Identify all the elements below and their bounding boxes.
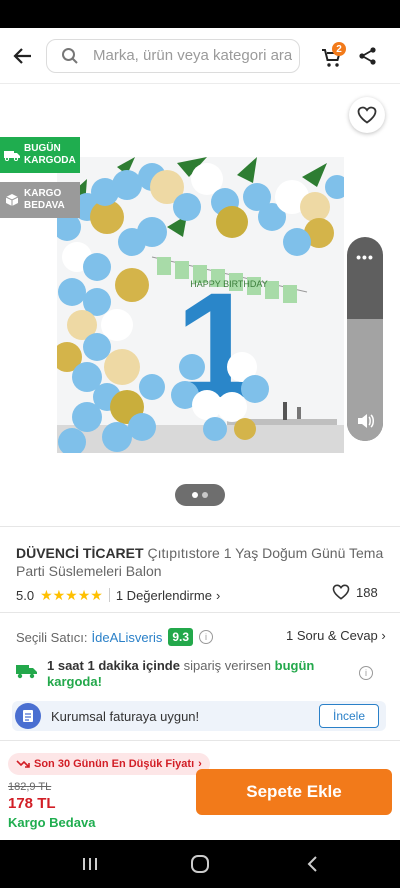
badge-line: BEDAVA: [24, 200, 65, 211]
today-shipping-badge: BUGÜN KARGODA: [0, 137, 80, 173]
free-shipping-badge: KARGO BEDAVA: [0, 182, 80, 218]
recent-apps-icon: [83, 858, 97, 870]
rating-row: 5.0 ★★★★★ 1 Değerlendirme ›: [16, 586, 384, 604]
divider: [0, 526, 400, 527]
shipping-info: 1 saat 1 dakika içinde sipariş verirsen …: [16, 656, 386, 692]
share-icon: [359, 47, 376, 65]
chevron-right-icon: ›: [381, 628, 386, 643]
status-bar: [0, 0, 400, 28]
chevron-right-icon: ›: [215, 587, 221, 603]
qa-label: 1 Soru & Cevap: [286, 628, 378, 643]
current-price: 178 TL: [8, 795, 56, 812]
top-header: Marka, ürün veya kategori ara 2: [0, 28, 400, 84]
truck-icon: [0, 149, 24, 161]
invoice-icon: [15, 703, 41, 729]
invoice-text: Kurumsal faturaya uygun!: [51, 708, 200, 724]
heart-icon: [357, 106, 377, 124]
gallery-pager: [175, 484, 225, 506]
shipping-middle: sipariş verirsen: [183, 658, 272, 673]
cart-count-badge: 2: [332, 42, 346, 56]
back-button[interactable]: [0, 28, 46, 84]
system-nav-bar: [0, 840, 400, 888]
free-shipping-label: Kargo Bedava: [8, 815, 96, 830]
reviews-link[interactable]: 1 Değerlendirme: [116, 588, 212, 603]
favorite-button[interactable]: [349, 97, 385, 133]
add-to-cart-button[interactable]: Sepete Ekle: [196, 769, 392, 815]
back-arrow-icon: [13, 47, 31, 64]
heart-outline-icon: [332, 584, 350, 600]
chevron-left-icon: [307, 856, 317, 872]
speaker-icon[interactable]: [355, 411, 375, 431]
qa-link[interactable]: 1 Soru & Cevap ›: [286, 628, 386, 643]
seller-label: Seçili Satıcı:: [16, 629, 88, 645]
badge-line: KARGODA: [24, 155, 76, 166]
info-icon[interactable]: i: [199, 630, 214, 644]
truck-icon: [16, 665, 37, 679]
home-icon: [191, 855, 209, 873]
badge-line: KARGO: [24, 188, 62, 199]
divider: [0, 612, 400, 613]
product-image[interactable]: HAPPY BIRTHDAY 1: [57, 157, 344, 453]
pager-dot[interactable]: [192, 492, 198, 498]
trend-down-icon: [16, 760, 30, 768]
search-icon: [59, 45, 81, 67]
back-nav-button[interactable]: [300, 852, 324, 876]
seller-name-link[interactable]: İdeALisveris: [92, 630, 163, 645]
more-options-icon[interactable]: •••: [347, 249, 383, 265]
lowest-price-label: Son 30 Günün En Düşük Fiyatı: [34, 758, 195, 770]
old-price: 182,9 TL: [8, 781, 52, 793]
recent-apps-button[interactable]: [78, 852, 102, 876]
pager-dot[interactable]: [202, 492, 208, 498]
inspect-button[interactable]: İncele: [319, 704, 379, 728]
divider: [108, 588, 110, 602]
shipping-time: 1 saat 1 dakika içinde: [47, 658, 180, 673]
info-icon[interactable]: i: [359, 666, 373, 680]
search-placeholder: Marka, ürün veya kategori ara: [93, 47, 293, 64]
corporate-invoice-row: Kurumsal faturaya uygun! İncele: [12, 701, 386, 731]
seller-score-badge: 9.3: [168, 628, 194, 646]
share-button[interactable]: [356, 42, 380, 70]
badge-line: BUGÜN: [24, 143, 61, 154]
volume-slider[interactable]: •••: [347, 237, 383, 441]
rating-score: 5.0: [16, 587, 35, 603]
favorite-count[interactable]: 188: [332, 584, 378, 600]
rating-stars: ★★★★★: [40, 586, 103, 603]
lowest-price-pill[interactable]: Son 30 Günün En Düşük Fiyatı ›: [8, 753, 210, 775]
search-input[interactable]: Marka, ürün veya kategori ara: [46, 38, 300, 73]
brand-name[interactable]: DÜVENCİ TİCARET: [16, 545, 144, 561]
favorite-count-value: 188: [356, 584, 378, 600]
product-title: DÜVENCİ TİCARET Çıtıpıtıstore 1 Yaş Doğu…: [16, 544, 384, 580]
bottom-purchase-bar: Son 30 Günün En Düşük Fiyatı › 182,9 TL …: [0, 740, 400, 840]
box-icon: [0, 193, 24, 207]
home-button[interactable]: [188, 852, 212, 876]
